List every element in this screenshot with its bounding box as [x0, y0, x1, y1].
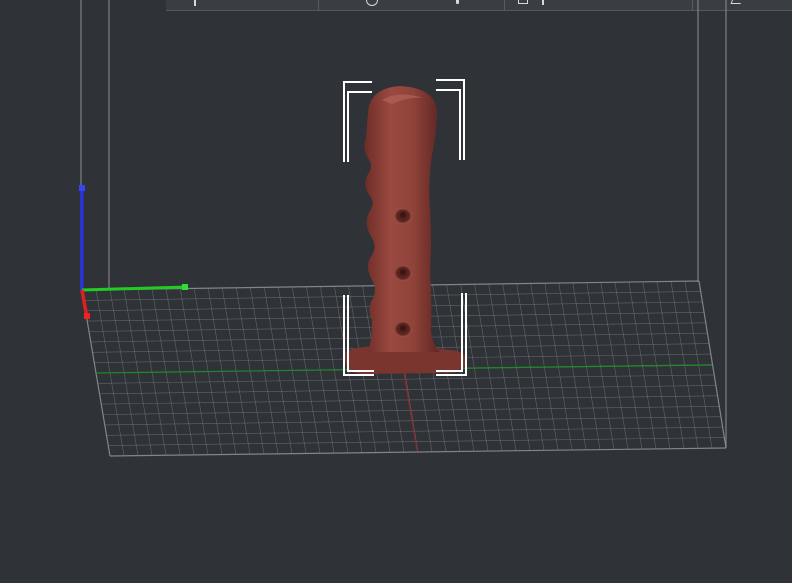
x-axis-tip [84, 313, 90, 319]
y-axis [81, 285, 188, 292]
z-axis-tip [79, 185, 85, 191]
grid-line [109, 447, 727, 457]
scene-canvas[interactable] [0, 0, 792, 583]
handle-model[interactable] [345, 86, 466, 374]
y-axis-tip [182, 284, 188, 290]
x-axis-floor-line [403, 372, 418, 451]
3d-viewport[interactable] [0, 0, 792, 583]
